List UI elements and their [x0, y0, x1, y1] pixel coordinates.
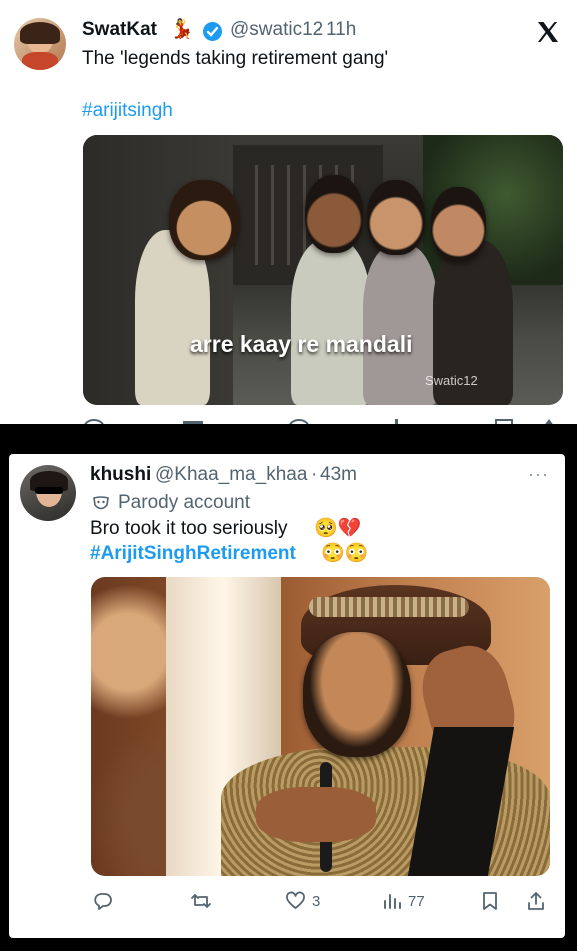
bookmark-icon[interactable] [495, 419, 513, 424]
like-button[interactable]: 3 [285, 891, 320, 911]
face [305, 175, 363, 253]
hashtag-link[interactable]: #ArijitSinghRetirement [90, 543, 296, 565]
hashtag-emojis: 😳😳 [321, 543, 369, 564]
face [303, 632, 411, 757]
face [431, 187, 486, 262]
views-icon[interactable] [395, 419, 398, 424]
verified-badge-icon [203, 22, 222, 41]
more-options-icon[interactable]: ··· [528, 464, 549, 485]
tweet-media[interactable] [91, 577, 550, 876]
views-button[interactable]: 77 [382, 891, 425, 911]
bookmark-icon [483, 892, 497, 910]
display-name[interactable]: SwatKat [82, 19, 157, 41]
retweet-button[interactable] [190, 891, 218, 911]
heart-icon [286, 891, 305, 909]
separator: · [316, 19, 323, 40]
share-icon [528, 892, 544, 910]
display-name[interactable]: khushi [90, 464, 151, 486]
meme-caption: arre kaay re mandali [190, 331, 413, 357]
share-icon[interactable] [543, 419, 555, 424]
handle[interactable]: @swatic12 [230, 19, 323, 41]
action-row-partial [83, 419, 563, 424]
reply-icon[interactable] [83, 419, 105, 424]
timestamp[interactable]: 43m [320, 464, 357, 486]
like-icon[interactable] [288, 419, 310, 424]
turban-band [309, 597, 469, 617]
bookmark-button[interactable] [481, 891, 499, 911]
reply-icon [94, 893, 112, 910]
tweet-card-1[interactable]: SwatKat 💃 @swatic12 · 11h The 'legends t… [0, 0, 577, 424]
x-logo-icon[interactable] [536, 20, 560, 49]
views-chart-icon [384, 894, 401, 909]
avatar[interactable] [14, 18, 66, 70]
sunglasses-icon [35, 487, 63, 494]
tweet-media[interactable]: arre kaay re mandali Swatic12 [83, 135, 563, 405]
handle[interactable]: @Khaa_ma_khaa [155, 464, 307, 486]
watermark: Swatic12 [425, 373, 478, 388]
timestamp[interactable]: 11h [326, 19, 356, 41]
parody-label: Parody account [118, 492, 251, 513]
parody-mask-icon [92, 495, 110, 518]
retweet-icon[interactable] [183, 421, 203, 424]
figure-body [291, 240, 371, 405]
reply-button[interactable] [93, 891, 119, 911]
tweet-card-2[interactable]: khushi @Khaa_ma_khaa · 43m ··· Parody ac… [9, 454, 565, 938]
share-button[interactable] [526, 891, 546, 911]
face [367, 180, 425, 255]
hashtag-link[interactable]: #arijitsingh [82, 100, 173, 122]
separator: · [311, 464, 318, 485]
like-count: 3 [312, 892, 321, 910]
name-emoji: 💃 [170, 19, 194, 40]
avatar[interactable] [20, 465, 76, 521]
face [169, 180, 239, 260]
hand [256, 787, 376, 842]
text-emojis: 🥺💔 [314, 518, 362, 539]
tweet-text: The 'legends taking retirement gang' [82, 48, 389, 69]
tweet-text: Bro took it too seriously [90, 518, 288, 539]
retweet-icon [191, 894, 211, 908]
views-count: 77 [408, 892, 425, 910]
